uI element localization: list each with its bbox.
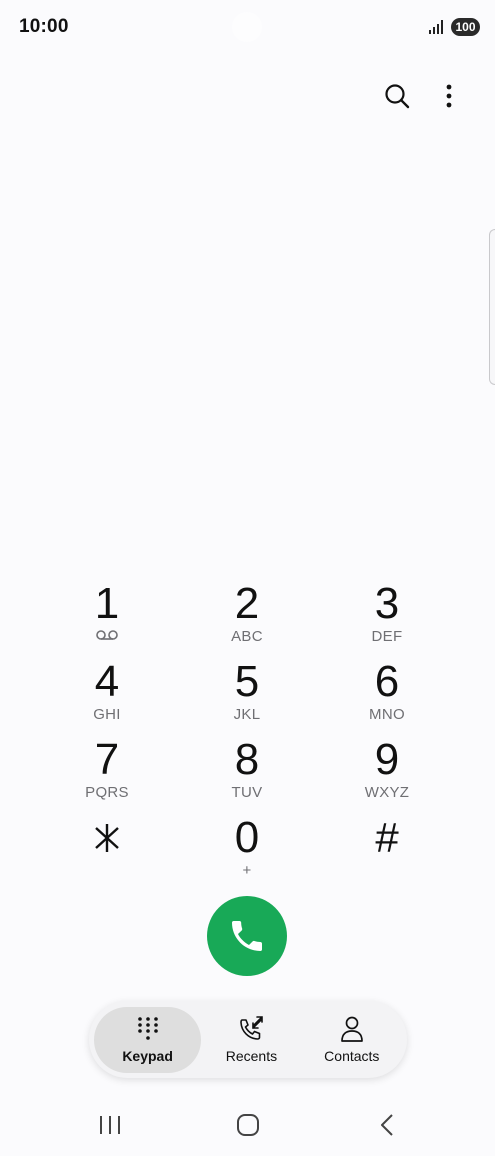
status-time: 10:00 [19,16,69,37]
key-digit: 4 [94,657,120,706]
bottom-nav: Keypad Recents Contacts [89,1001,407,1078]
nav-recents[interactable]: Recents [201,1007,301,1073]
key-digit: # [375,814,399,861]
more-vertical-icon [446,84,452,108]
edge-panel-handle[interactable] [489,229,495,385]
key-star[interactable] [37,814,177,892]
asterisk-icon [95,824,119,852]
call-button[interactable] [207,896,287,976]
nav-label: Keypad [122,1047,173,1064]
key-4[interactable]: 4 GHI [37,658,177,736]
more-options-button[interactable] [433,80,465,112]
key-9[interactable]: 9 WXYZ [317,736,457,814]
top-actions [381,80,465,112]
nav-keypad[interactable]: Keypad [94,1006,202,1073]
key-letters: MNO [369,706,405,723]
key-1[interactable]: 1 [37,580,177,658]
key-digit: 3 [374,579,400,628]
key-digit: 0 [234,813,260,862]
key-letters: + [242,862,252,879]
status-bar: 10:00 100 [0,0,495,56]
voicemail-icon [96,630,118,640]
key-7[interactable]: 7 PQRS [37,736,177,814]
key-hash[interactable]: # [317,814,457,892]
key-digit: 8 [234,735,260,784]
key-6[interactable]: 6 MNO [317,658,457,736]
battery-indicator: 100 [451,18,480,36]
phone-icon [232,921,262,951]
camera-cutout [232,12,262,42]
recent-calls-icon [240,1015,264,1040]
key-2[interactable]: 2 ABC [177,580,317,658]
nav-contacts[interactable]: Contacts [302,1007,402,1073]
person-icon [340,1016,363,1042]
search-icon [385,84,410,109]
key-digit: 7 [94,735,120,784]
key-digit: 5 [234,657,260,706]
recent-apps-button[interactable] [95,1110,125,1140]
key-letters: WXYZ [364,784,410,801]
key-5[interactable]: 5 JKL [177,658,317,736]
key-digit: 2 [234,579,260,628]
dial-keypad: 1 2 ABC 3 DEF 4 GHI 5 JKL 6 MNO 7 PQRS 8… [37,580,457,892]
key-digit: 6 [374,657,400,706]
key-digit: 9 [374,735,400,784]
system-navigation-bar [0,1100,495,1148]
key-0[interactable]: 0 + [177,814,317,892]
key-digit: 1 [94,579,120,628]
key-letters: ABC [231,628,263,645]
key-8[interactable]: 8 TUV [177,736,317,814]
key-letters: GHI [93,706,121,723]
dialpad-icon [137,1016,158,1040]
nav-label: Contacts [324,1047,380,1064]
key-letters: JKL [233,706,261,723]
key-letters: TUV [231,784,263,801]
key-3[interactable]: 3 DEF [317,580,457,658]
recent-apps-icon [100,1116,120,1134]
back-icon [381,1114,393,1136]
search-button[interactable] [381,80,413,112]
home-button[interactable] [233,1110,263,1140]
home-icon [237,1114,259,1136]
key-letters: PQRS [85,784,129,801]
back-button[interactable] [372,1110,402,1140]
key-letters: DEF [371,628,403,645]
nav-label: Recents [225,1047,278,1064]
signal-bars-icon [429,20,443,34]
